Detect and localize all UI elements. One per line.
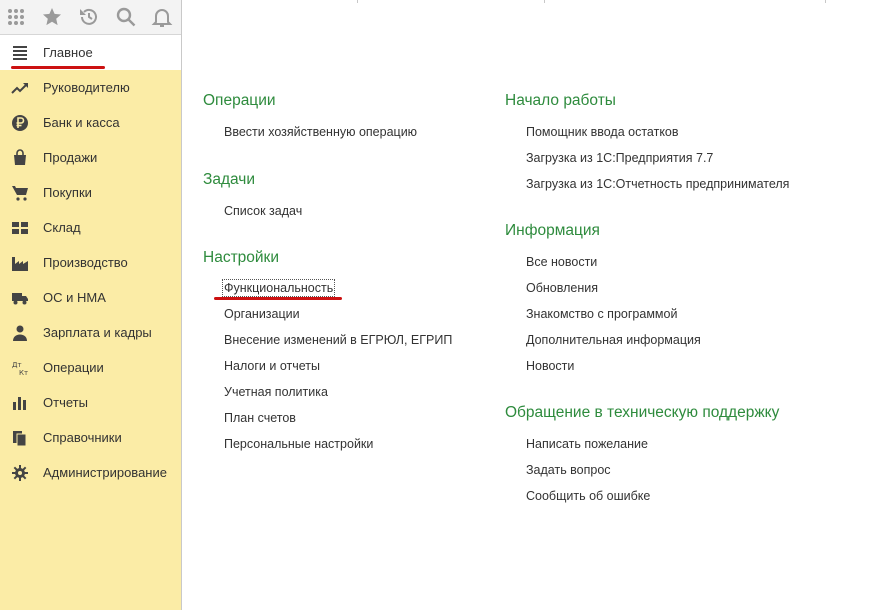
truck-icon [11,289,29,307]
sidebar-toolbar [0,0,181,35]
sidebar-item-purchases[interactable]: Покупки [0,175,181,210]
ruble-icon [11,114,29,132]
sidebar-item-label: Отчеты [43,395,88,410]
history-icon[interactable] [77,5,101,29]
link-report-error[interactable]: Сообщить об ошибке [526,489,650,503]
sidebar-item-label: Продажи [43,150,98,165]
link-functionality[interactable]: Функциональность [221,279,336,297]
sidebar-item-operations[interactable]: Дт Кт Операции [0,350,181,385]
sidebar-item-label: Зарплата и кадры [43,325,152,340]
sidebar-item-label: Справочники [43,430,122,445]
bell-icon[interactable] [150,5,174,29]
sidebar-item-manager[interactable]: Руководителю [0,70,181,105]
link-balance-wizard[interactable]: Помощник ввода остатков [526,125,679,139]
link-program-intro[interactable]: Знакомство с программой [526,307,677,321]
bar-chart-icon [11,394,29,412]
star-icon[interactable] [40,5,64,29]
link-ask-question[interactable]: Задать вопрос [526,463,611,477]
sidebar-item-sales[interactable]: Продажи [0,140,181,175]
svg-text:Кт: Кт [19,369,28,377]
link-accounting-policy[interactable]: Учетная политика [224,385,328,399]
sidebar-item-production[interactable]: Производство [0,245,181,280]
menu-lines-icon [11,44,29,62]
link-import-1c-entrepreneur[interactable]: Загрузка из 1С:Отчетность предпринимател… [526,177,789,191]
functionality-red-underline [214,297,342,300]
section-title-settings: Настройки [203,249,280,266]
factory-icon [11,254,29,272]
dt-kt-icon: Дт Кт [11,359,29,377]
sidebar-item-salary[interactable]: Зарплата и кадры [0,315,181,350]
trend-icon [11,79,29,97]
sidebar-item-directories[interactable]: Справочники [0,420,181,455]
sidebar: Главное Руководителю Банк и касса Продаж… [0,0,182,610]
warehouse-icon [11,219,29,237]
tab-separator [357,0,358,3]
section-title-tasks: Задачи [203,171,256,188]
gear-icon [11,464,29,482]
bag-icon [11,149,29,167]
sidebar-item-label: Руководителю [43,80,130,95]
sidebar-item-fixed-assets[interactable]: ОС и НМА [0,280,181,315]
sidebar-item-bank[interactable]: Банк и касса [0,105,181,140]
link-updates[interactable]: Обновления [526,281,598,295]
sidebar-item-label: Покупки [43,185,92,200]
section-title-support: Обращение в техническую поддержку [505,404,780,421]
search-icon[interactable] [114,5,138,29]
books-icon [11,429,29,447]
sidebar-item-reports[interactable]: Отчеты [0,385,181,420]
sidebar-item-main[interactable]: Главное [0,35,181,70]
tab-separator [544,0,545,3]
link-taxes-reports[interactable]: Налоги и отчеты [224,359,320,373]
section-title-getting-started: Начало работы [505,92,616,109]
section-title-information: Информация [505,222,600,239]
link-task-list[interactable]: Список задач [224,204,302,218]
link-additional-info[interactable]: Дополнительная информация [526,333,701,347]
link-all-news[interactable]: Все новости [526,255,597,269]
link-write-wish[interactable]: Написать пожелание [526,437,648,451]
sidebar-item-label: Банк и касса [43,115,120,130]
link-import-1c77[interactable]: Загрузка из 1С:Предприятия 7.7 [526,151,713,165]
link-organizations[interactable]: Организации [224,307,300,321]
sidebar-item-label: Администрирование [43,465,167,480]
sidebar-item-label: Склад [43,220,81,235]
section-title-operations: Операции [203,92,276,109]
sidebar-item-label: Главное [43,45,93,60]
sidebar-item-warehouse[interactable]: Склад [0,210,181,245]
sidebar-item-label: Операции [43,360,104,375]
cart-icon [11,184,29,202]
person-icon [11,324,29,342]
link-enter-operation[interactable]: Ввести хозяйственную операцию [224,125,417,139]
link-egrul-changes[interactable]: Внесение изменений в ЕГРЮЛ, ЕГРИП [224,333,452,347]
sidebar-item-label: ОС и НМА [43,290,106,305]
sidebar-item-administration[interactable]: Администрирование [0,455,181,490]
link-chart-of-accounts[interactable]: План счетов [224,411,296,425]
link-personal-settings[interactable]: Персональные настройки [224,437,373,451]
main-red-underline [11,66,105,69]
sidebar-item-label: Производство [43,255,128,270]
link-news[interactable]: Новости [526,359,574,373]
top-tab-strip [182,0,885,3]
apps-grid-icon[interactable] [4,5,28,29]
svg-text:Дт: Дт [12,361,22,369]
tab-separator [825,0,826,3]
